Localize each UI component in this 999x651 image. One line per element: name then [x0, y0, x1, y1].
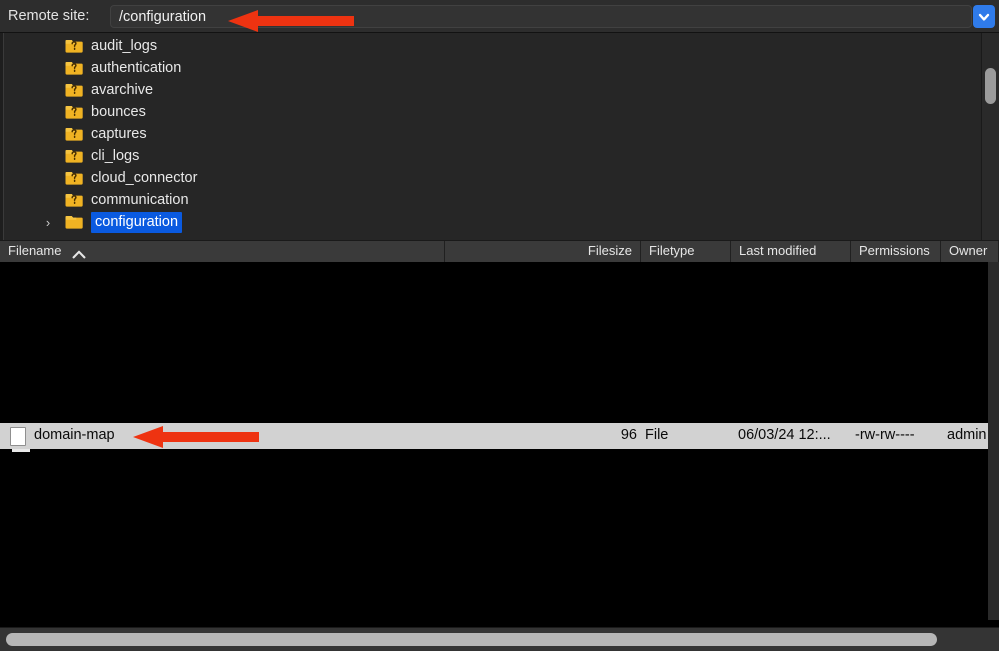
column-header-label: Permissions	[859, 243, 930, 258]
remote-site-bar: Remote site: /configuration	[0, 0, 999, 33]
column-header-filename[interactable]: Filename	[0, 241, 445, 262]
folder-unknown-icon	[65, 61, 83, 75]
tree-item-captures[interactable]: captures	[5, 123, 980, 145]
column-header-filesize[interactable]: Filesize	[445, 241, 641, 262]
tree-item-avarchive[interactable]: avarchive	[5, 79, 980, 101]
column-header-label: Filename	[8, 243, 62, 258]
remote-path-value: /configuration	[119, 9, 207, 25]
tree-item-communication[interactable]: communication	[5, 189, 980, 211]
folder-unknown-icon	[65, 127, 83, 141]
tree-item-cloud_connector[interactable]: cloud_connector	[5, 167, 980, 189]
column-header-label: Owner	[949, 243, 988, 258]
folder-unknown-icon	[65, 149, 83, 163]
file-list-column-header: Filename Filesize Filetype Last modified Per…	[0, 240, 999, 262]
tree-item-bounces[interactable]: bounces	[5, 101, 980, 123]
tree-item-label: configuration	[91, 211, 183, 233]
chevron-down-icon	[977, 10, 991, 24]
column-header-label: Filesize	[587, 243, 632, 258]
file-list-horizontal-scrollbar[interactable]	[0, 627, 999, 651]
cell-filesize: 96	[620, 427, 637, 443]
tree-item-audit_logs[interactable]: audit_logs	[5, 35, 980, 57]
chevron-right-icon[interactable]: ›	[41, 216, 55, 229]
cell-permissions: -rw-rw----	[855, 427, 915, 443]
tree-left-gutter	[0, 33, 4, 240]
remote-path-input[interactable]: /configuration	[110, 5, 972, 28]
tree-vertical-scrollbar-thumb[interactable]	[985, 68, 996, 104]
column-header-label: Last modified	[739, 243, 817, 258]
tree-item-label: communication	[91, 192, 189, 208]
tree-item-label: avarchive	[91, 82, 154, 98]
table-row[interactable]: domain-map 96 File 06/03/24 12:... -rw-rw---…	[0, 423, 988, 449]
column-header-filetype[interactable]: Filetype	[641, 241, 731, 262]
tree-item-label: bounces	[91, 104, 146, 120]
tree-item-configuration[interactable]: › configuration	[5, 211, 980, 233]
folder-icon	[65, 215, 83, 229]
column-header-label: Filetype	[649, 243, 695, 258]
tree-item-label: captures	[91, 126, 147, 142]
file-list-right-strip	[988, 262, 999, 620]
filezilla-remote-panel: Remote site: /configuration audit_logs au…	[0, 0, 999, 651]
tree-item-label: cloud_connector	[91, 170, 198, 186]
cell-last-modified: 06/03/24 12:...	[738, 427, 831, 443]
tree-vertical-scrollbar[interactable]	[981, 33, 999, 240]
column-header-owner[interactable]: Owner	[941, 241, 999, 262]
file-list-horizontal-scrollbar-thumb[interactable]	[6, 633, 937, 646]
remote-file-list[interactable]: domain-map 96 File 06/03/24 12:... -rw-rw---…	[0, 262, 999, 620]
folder-unknown-icon	[65, 39, 83, 53]
file-icon-partial-next-row	[12, 449, 30, 452]
cell-owner: admin	[947, 427, 987, 443]
tree-item-label: cli_logs	[91, 148, 140, 164]
column-header-permissions[interactable]: Permissions	[851, 241, 941, 262]
folder-unknown-icon	[65, 105, 83, 119]
folder-unknown-icon	[65, 83, 83, 97]
remote-site-label: Remote site:	[8, 8, 90, 24]
folder-unknown-icon	[65, 193, 83, 207]
tree-item-label: authentication	[91, 60, 182, 76]
cell-filetype: File	[645, 427, 669, 443]
tree-item-cli_logs[interactable]: cli_logs	[5, 145, 980, 167]
column-header-last-modified[interactable]: Last modified	[731, 241, 851, 262]
remote-directory-tree[interactable]: audit_logs authentication avarchive bounces…	[0, 33, 999, 240]
tree-list: audit_logs authentication avarchive bounces…	[5, 33, 980, 233]
path-history-dropdown-button[interactable]	[973, 5, 995, 28]
folder-unknown-icon	[65, 171, 83, 185]
tree-item-label: audit_logs	[91, 38, 158, 54]
tree-item-authentication[interactable]: authentication	[5, 57, 980, 79]
